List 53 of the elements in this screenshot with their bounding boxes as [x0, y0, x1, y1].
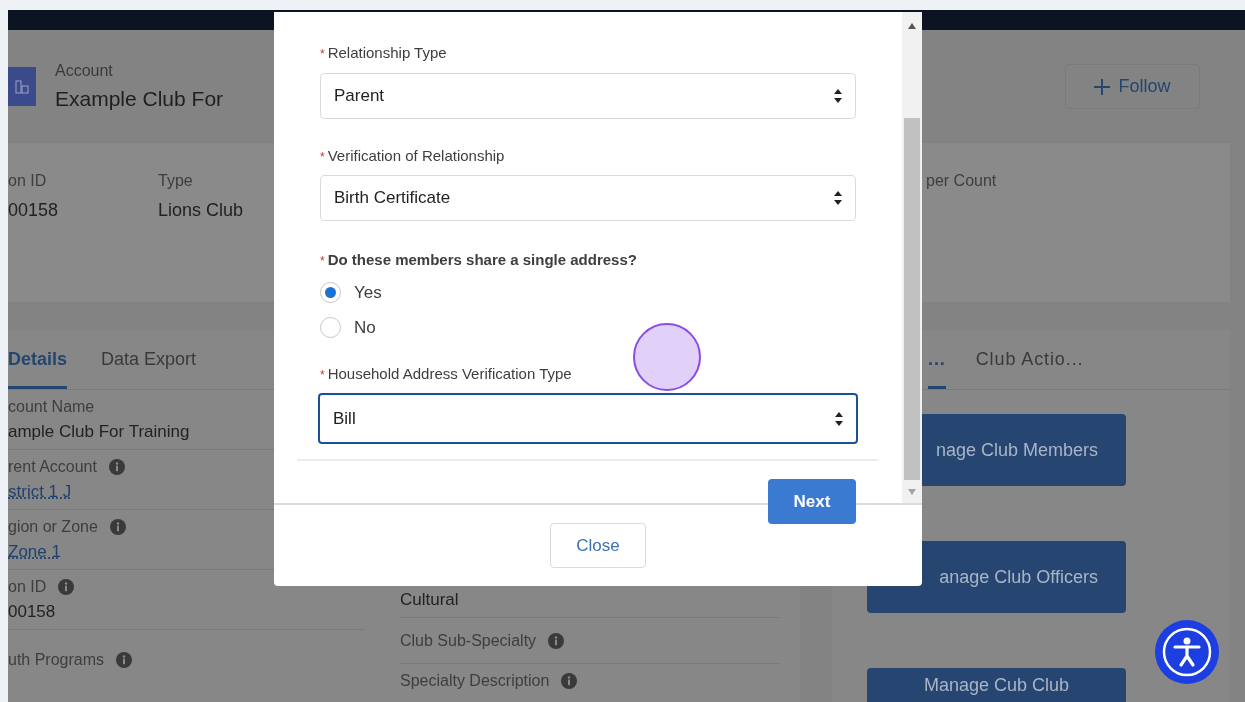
tab[interactable]: Data Export [101, 330, 197, 389]
highlight-label: on ID [8, 171, 48, 191]
radio-button[interactable] [320, 317, 341, 339]
next-button[interactable]: Next [768, 479, 856, 524]
up-down-arrows-icon [834, 191, 842, 205]
close-button[interactable]: Close [550, 523, 646, 568]
select-field[interactable]: Birth Certificate [320, 175, 856, 221]
field-link[interactable]: strict 1 J [8, 478, 72, 505]
field-label: Do these members share a single address? [327, 250, 637, 270]
radio-label: Yes [354, 281, 382, 304]
required-asterisk: * [320, 366, 325, 384]
field-label: Verification of Relationship [327, 145, 505, 166]
required-asterisk: * [320, 148, 325, 166]
field-value: Cultural [400, 588, 460, 611]
plus-icon [1094, 78, 1111, 95]
required-asterisk: * [320, 46, 325, 63]
required-asterisk: * [320, 253, 325, 270]
field-value: 00158 [8, 600, 57, 623]
field-label: rent Account [8, 456, 97, 477]
field-label: Club Sub-Specialty [400, 630, 537, 651]
field-label: gion or Zone [8, 516, 98, 537]
field-link[interactable]: Zone 1 [8, 538, 61, 565]
info-icon [58, 578, 75, 595]
tab[interactable]: Details [8, 330, 68, 389]
scrollbar[interactable] [902, 12, 922, 503]
highlight-label: per Count [926, 171, 997, 191]
object-type: Account [55, 60, 114, 81]
up-down-arrows-icon [834, 88, 842, 103]
select-field[interactable]: Bill [318, 393, 858, 444]
record-title: Example Club For [55, 85, 224, 112]
follow-button[interactable]: Follow [1065, 64, 1200, 109]
radio-label: No [354, 317, 376, 339]
info-icon [548, 632, 565, 649]
action-button[interactable]: Manage Cub Club [867, 668, 1126, 702]
info-icon [561, 673, 578, 689]
field-label: Specialty Description [400, 671, 550, 691]
scroll-up-arrow-icon[interactable] [907, 22, 917, 30]
field-label: count Name [8, 396, 95, 417]
highlight-value: 00158 [8, 199, 60, 222]
field-label: on ID [8, 576, 47, 597]
up-down-arrows-icon [835, 411, 843, 426]
info-icon [109, 518, 126, 535]
field-label: uth Programs [8, 650, 105, 670]
tab[interactable]: ... [928, 330, 946, 389]
info-icon [108, 458, 125, 475]
select-field[interactable]: Parent [320, 72, 856, 119]
tab[interactable]: Club Actio... [975, 330, 1084, 389]
radio-button[interactable] [320, 281, 341, 303]
field-label: Relationship Type [327, 43, 447, 63]
info-icon [116, 652, 133, 668]
highlight-label: Type [158, 171, 194, 191]
field-label: Household Address Verification Type [327, 363, 572, 384]
building-icon [8, 67, 36, 106]
